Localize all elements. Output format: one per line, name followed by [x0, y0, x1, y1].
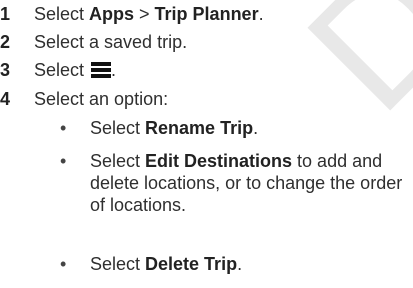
- option-rename-trip: Select Rename Trip.: [90, 118, 259, 138]
- option-delete-trip: Select Delete Trip.: [90, 254, 243, 274]
- step-text: Select a saved trip.: [34, 32, 188, 52]
- step-text: Select .: [34, 60, 117, 80]
- step-text: Select an option:: [34, 89, 169, 109]
- step-number: 1: [0, 4, 11, 24]
- step-number: 3: [0, 60, 11, 80]
- bullet: •: [60, 151, 67, 171]
- step-3: 3 Select .: [0, 57, 116, 83]
- rename-trip-label: Rename Trip: [145, 118, 254, 138]
- option-edit-destinations: Select Edit Destinations to add and dele…: [90, 151, 403, 215]
- step-2: 2 Select a saved trip.: [0, 29, 187, 55]
- delete-trip-label: Delete Trip: [145, 254, 238, 274]
- step-number: 4: [0, 89, 11, 109]
- bullet: •: [60, 118, 67, 138]
- step-4: 4 Select an option:: [0, 86, 168, 112]
- bullet: •: [60, 254, 67, 274]
- instructions: 1 Select Apps > Trip Planner. 2 Select a…: [0, 0, 413, 288]
- apps-label: Apps: [89, 4, 135, 24]
- trip-planner-label: Trip Planner: [154, 4, 259, 24]
- step-text: Select Apps > Trip Planner.: [34, 4, 264, 24]
- step-number: 2: [0, 32, 11, 52]
- menu-icon: [91, 62, 112, 78]
- step-1: 1 Select Apps > Trip Planner.: [0, 1, 264, 27]
- edit-destinations-label: Edit Destinations: [145, 151, 293, 171]
